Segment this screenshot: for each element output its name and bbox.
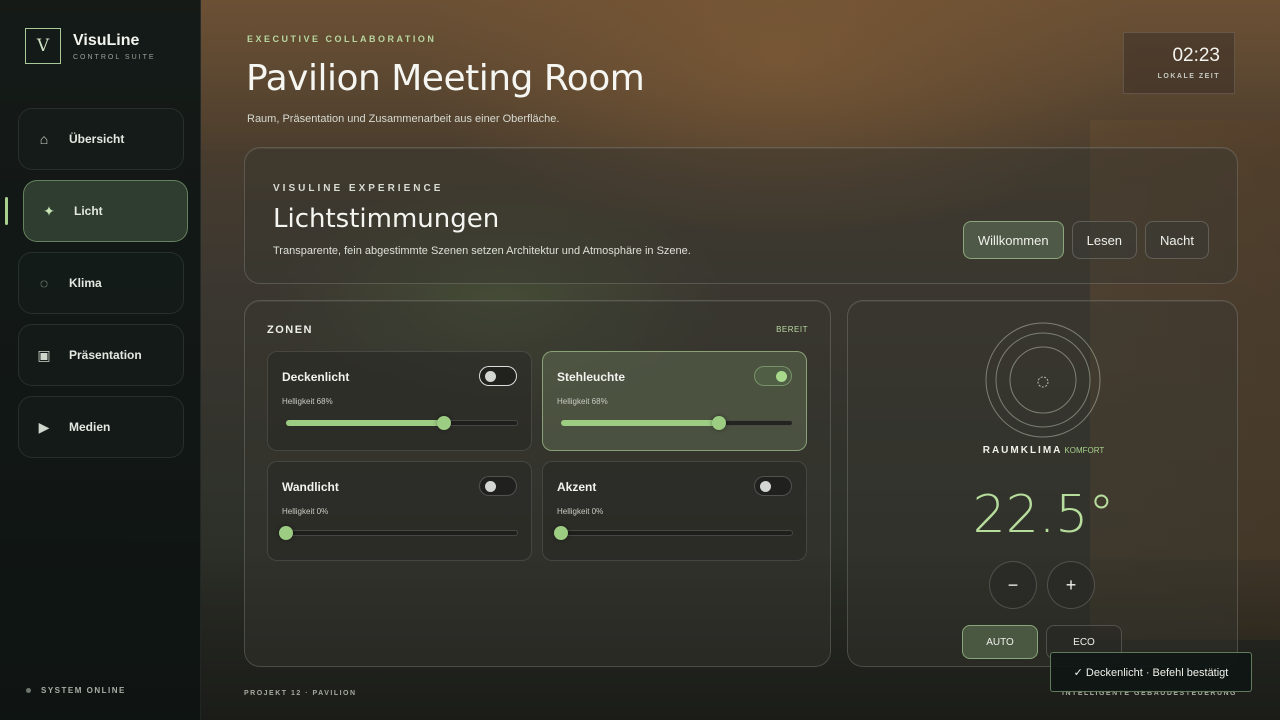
scene-button-willkommen[interactable]: Willkommen — [962, 221, 1064, 259]
brightness-slider[interactable] — [286, 416, 518, 430]
sidebar-item-präsentation[interactable]: ▣ Präsentation — [18, 324, 184, 386]
play-icon: ▶ — [38, 418, 50, 435]
sidebar-nav: ⌂ Übersicht ✦ Licht ◌ Klima ▣ Präsentation ▶ Medi… — [18, 108, 188, 468]
slider-fill — [561, 420, 719, 426]
climate-mode-auto-button[interactable]: AUTO — [962, 625, 1038, 659]
zones-status-badge: BEREIT — [776, 325, 808, 334]
page-subtitle: Raum, Präsentation und Zusammenarbeit au… — [247, 113, 560, 125]
toggle-knob — [760, 481, 771, 492]
clock-time: 02:23 — [1172, 45, 1220, 66]
zones-panel: ZONEN BEREIT Deckenlicht Helligkeit 68% St… — [244, 300, 831, 667]
screen-icon: ▣ — [37, 346, 51, 363]
scenes-eyebrow: VISULINE EXPERIENCE — [273, 183, 444, 194]
zone-brightness-label: Helligkeit 0% — [557, 507, 604, 516]
scenes-description: Transparente, fein abgestimmte Szenen se… — [273, 245, 691, 257]
toggle-knob — [485, 371, 496, 382]
sidebar: V VisuLine CONTROL SUITE ⌂ Übersicht ✦ Lich… — [0, 0, 201, 720]
zones-title: ZONEN — [267, 324, 313, 336]
footer-project: PROJEKT 12 · PAVILION — [244, 690, 357, 697]
sidebar-item-label: Medien — [69, 420, 111, 434]
header-eyebrow: EXECUTIVE COLLABORATION — [247, 34, 437, 44]
brand: V VisuLine CONTROL SUITE — [25, 28, 156, 64]
zone-card: Deckenlicht Helligkeit 68% — [267, 351, 532, 451]
zone-toggle[interactable] — [479, 366, 517, 386]
toggle-knob — [485, 481, 496, 492]
system-status-text: SYSTEM ONLINE — [41, 686, 126, 695]
light-scenes-panel: VISULINE EXPERIENCE Lichtstimmungen Tran… — [244, 147, 1238, 284]
brand-text: VisuLine CONTROL SUITE — [73, 32, 156, 61]
status-dot-icon — [26, 688, 31, 693]
zone-brightness-label: Helligkeit 68% — [282, 397, 333, 406]
clock-label: LOKALE ZEIT — [1157, 73, 1220, 80]
sidebar-item-medien[interactable]: ▶ Medien — [18, 396, 184, 458]
sidebar-item-label: Präsentation — [69, 348, 142, 362]
zone-toggle[interactable] — [479, 476, 517, 496]
sidebar-item-label: Licht — [74, 204, 103, 218]
temperature-readout: 22.5° — [972, 485, 1115, 545]
slider-fill — [286, 420, 444, 426]
sidebar-item-label: Übersicht — [69, 132, 125, 146]
slider-thumb[interactable] — [436, 416, 451, 430]
scene-button-nacht[interactable]: Nacht — [1145, 221, 1209, 259]
zone-name: Wandlicht — [282, 480, 339, 494]
active-nav-indicator — [5, 197, 8, 225]
home-icon: ⌂ — [39, 131, 49, 147]
climate-rings-icon — [985, 322, 1101, 438]
clock-widget: 02:23 LOKALE ZEIT — [1123, 32, 1235, 94]
zone-name: Deckenlicht — [282, 370, 350, 384]
brand-subtitle: CONTROL SUITE — [73, 53, 156, 61]
zone-card: Akzent Helligkeit 0% — [542, 461, 807, 561]
scene-button-lesen[interactable]: Lesen — [1071, 221, 1138, 259]
climate-mode-badge: KOMFORT — [1064, 446, 1105, 455]
sidebar-item-label: Klima — [69, 276, 102, 290]
zone-toggle[interactable] — [754, 476, 792, 496]
brand-logo: V — [25, 28, 61, 64]
sidebar-item-übersicht[interactable]: ⌂ Übersicht — [18, 108, 184, 170]
page-title: Pavilion Meeting Room — [246, 58, 645, 99]
system-status: SYSTEM ONLINE — [26, 686, 126, 695]
climate-panel: RAUMKLIMA KOMFORT 22.5° − + AUTO ECO — [847, 300, 1238, 667]
zone-brightness-label: Helligkeit 68% — [557, 397, 608, 406]
slider-thumb[interactable] — [279, 526, 293, 540]
temperature-increase-button[interactable]: + — [1047, 561, 1095, 609]
sidebar-item-klima[interactable]: ◌ Klima — [18, 252, 184, 314]
slider-thumb[interactable] — [554, 526, 568, 540]
zone-brightness-label: Helligkeit 0% — [282, 507, 329, 516]
brightness-slider[interactable] — [561, 416, 793, 430]
climate-title: RAUMKLIMA — [982, 445, 1063, 456]
slider-track — [561, 530, 793, 536]
confirmation-toast: ✓ Deckenlicht · Befehl bestätigt — [1050, 652, 1252, 692]
climate-label: RAUMKLIMA KOMFORT — [848, 445, 1239, 456]
zone-name: Akzent — [557, 480, 597, 494]
zone-card: Stehleuchte Helligkeit 68% — [542, 351, 807, 451]
sidebar-item-licht[interactable]: ✦ Licht — [23, 180, 188, 242]
toggle-knob — [776, 371, 787, 382]
scenes-title: Lichtstimmungen — [273, 204, 500, 234]
slider-track — [286, 530, 518, 536]
zone-name: Stehleuchte — [557, 370, 626, 384]
circle-icon: ◌ — [39, 275, 49, 291]
brand-name: VisuLine — [73, 31, 140, 49]
zone-card: Wandlicht Helligkeit 0% — [267, 461, 532, 561]
zone-toggle[interactable] — [754, 366, 792, 386]
sparkle-icon: ✦ — [43, 202, 55, 219]
slider-thumb[interactable] — [711, 416, 726, 430]
brightness-slider[interactable] — [279, 526, 518, 540]
brightness-slider[interactable] — [554, 526, 793, 540]
temperature-decrease-button[interactable]: − — [989, 561, 1037, 609]
scene-button-group: Willkommen Lesen Nacht — [962, 221, 1209, 259]
